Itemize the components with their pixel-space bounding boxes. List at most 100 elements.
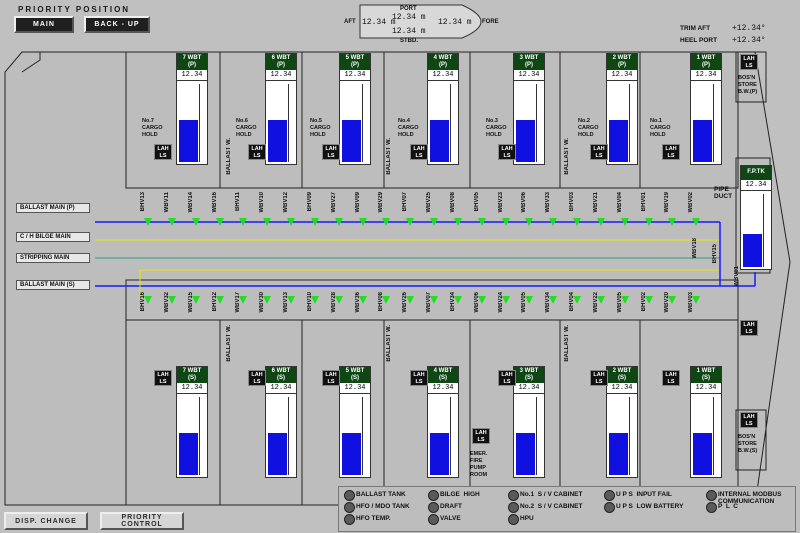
valve-icon[interactable] [454,218,462,226]
valve-icon[interactable] [430,296,438,304]
valve-icon[interactable] [406,218,414,226]
valve-icon[interactable] [359,218,367,226]
valve-icon[interactable] [335,218,343,226]
valve-icon[interactable] [692,296,700,304]
lah-ls-emer[interactable]: LAH LS [472,428,490,444]
stbd-tank-3[interactable]: 5 WBT (S) 12.34 [339,366,371,478]
alarm-lamp-icon [706,502,717,513]
valve-icon[interactable] [525,296,533,304]
port-tank-3[interactable]: 5 WBT (P) 12.34 [339,53,371,165]
heel-label: HEEL PORT [680,37,718,44]
valve-icon[interactable] [335,296,343,304]
stbd-tank-scale [199,397,205,475]
lah-ls-stbd-7[interactable]: LAH LS [662,370,680,386]
valve-icon[interactable] [621,218,629,226]
valve-icon[interactable] [287,218,295,226]
valve-icon[interactable] [478,218,486,226]
valve-icon[interactable] [502,218,510,226]
valve-icon[interactable] [263,296,271,304]
valve-icon[interactable] [549,218,557,226]
valve-icon[interactable] [406,296,414,304]
fptk-tank[interactable]: F.P.TK 12.34 [740,165,772,270]
valve-icon[interactable] [597,296,605,304]
ship-diagram [4,4,791,506]
valve-icon[interactable] [263,218,271,226]
bosn-store-p: BOS'N STORE B.W.(P) [738,75,758,95]
lah-ls-port-1[interactable]: LAH LS [154,144,172,160]
valve-icon[interactable] [668,296,676,304]
stbd-tank-6[interactable]: 2 WBT (S) 12.34 [606,366,638,478]
disp-change-button[interactable]: DISP. CHANGE [4,512,88,530]
valve-icon[interactable] [144,218,152,226]
stbd-tank-2[interactable]: 6 WBT (S) 12.34 [265,366,297,478]
valve-icon[interactable] [573,218,581,226]
port-tank-level-bar [516,120,535,162]
lah-ls-port-4[interactable]: LAH LS [410,144,428,160]
port-tank-2[interactable]: 6 WBT (P) 12.34 [265,53,297,165]
valve-icon[interactable] [192,296,200,304]
valve-label: WBV11 [164,192,170,213]
valve-icon[interactable] [478,296,486,304]
fptk-level-bar [743,234,762,267]
valve-icon[interactable] [573,296,581,304]
port-tank-6[interactable]: 2 WBT (P) 12.34 [606,53,638,165]
valve-icon[interactable] [454,296,462,304]
valve-icon[interactable] [216,296,224,304]
lah-ls-stbd-5[interactable]: LAH LS [498,370,516,386]
valve-icon[interactable] [311,296,319,304]
valve-icon[interactable] [597,218,605,226]
valve-icon[interactable] [168,296,176,304]
valve-icon[interactable] [311,218,319,226]
lah-ls-stbd-3[interactable]: LAH LS [322,370,340,386]
lah-ls-port-3[interactable]: LAH LS [322,144,340,160]
lah-ls-stbd-2[interactable]: LAH LS [248,370,266,386]
draft-aft-label: AFT [344,19,356,25]
valve-label: BHV07 [402,192,408,212]
priority-control-button[interactable]: PRIORITY CONTROL [100,512,184,530]
valve-icon[interactable] [287,296,295,304]
valve-icon[interactable] [216,218,224,226]
lah-ls-stbd-1[interactable]: LAH LS [154,370,172,386]
lah-ls-stbd-4[interactable]: LAH LS [410,370,428,386]
valve-icon[interactable] [382,218,390,226]
lah-ls-fptk[interactable]: LAH LS [740,320,758,336]
valve-icon[interactable] [549,296,557,304]
valve-icon[interactable] [192,218,200,226]
port-tank-1[interactable]: 7 WBT (P) 12.34 [176,53,208,165]
port-tank-4[interactable]: 4 WBT (P) 12.34 [427,53,459,165]
valve-icon[interactable] [692,218,700,226]
valve-icon[interactable] [502,296,510,304]
valve-icon[interactable] [359,296,367,304]
stbd-tank-level-bar [516,433,535,475]
lah-ls-bosn-s[interactable]: LAH LS [740,412,758,428]
lah-ls-port-7[interactable]: LAH LS [662,144,680,160]
port-tank-level: 12.34 [607,70,637,81]
lah-ls-port-6[interactable]: LAH LS [590,144,608,160]
valve-icon[interactable] [239,296,247,304]
valve-icon[interactable] [621,296,629,304]
valve-icon[interactable] [144,296,152,304]
lah-ls-port-2[interactable]: LAH LS [248,144,266,160]
lah-ls-bosn-p[interactable]: LAH LS [740,54,758,70]
valve-icon[interactable] [645,296,653,304]
alarm-legend-label: HFO / MDO TANK [356,503,410,510]
port-tank-title: 3 WBT (P) [514,54,544,70]
valve-icon[interactable] [239,218,247,226]
valve-icon[interactable] [525,218,533,226]
valve-icon[interactable] [168,218,176,226]
stbd-tank-1[interactable]: 7 WBT (S) 12.34 [176,366,208,478]
valve-icon[interactable] [645,218,653,226]
valve-icon[interactable] [430,218,438,226]
port-tank-7[interactable]: 1 WBT (P) 12.34 [690,53,722,165]
trim-label: TRIM AFT [680,25,711,32]
stbd-tank-7[interactable]: 1 WBT (S) 12.34 [690,366,722,478]
bosn-store-s: BOS'N STORE B.W.(S) [738,434,758,454]
lah-ls-port-5[interactable]: LAH LS [498,144,516,160]
lah-ls-stbd-6[interactable]: LAH LS [590,370,608,386]
stbd-tank-5[interactable]: 3 WBT (S) 12.34 [513,366,545,478]
fptk-scale [763,194,769,267]
stbd-tank-4[interactable]: 4 WBT (S) 12.34 [427,366,459,478]
valve-icon[interactable] [382,296,390,304]
valve-icon[interactable] [668,218,676,226]
port-tank-5[interactable]: 3 WBT (P) 12.34 [513,53,545,165]
